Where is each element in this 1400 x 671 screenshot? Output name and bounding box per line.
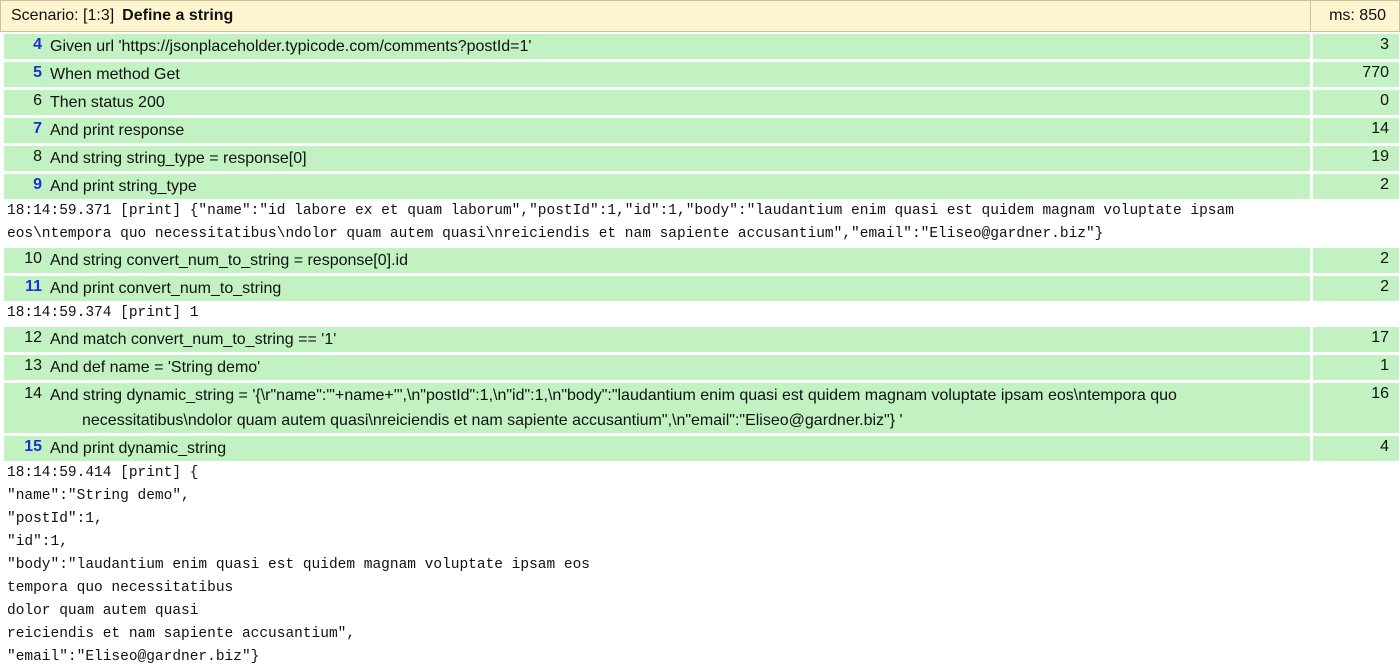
step-row: 12 And match convert_num_to_string == '1… — [4, 327, 1399, 352]
scenario-title: Scenario: [1:3] Define a string — [1, 1, 1311, 31]
step-text-line: And string dynamic_string = '{\r"name":"… — [50, 387, 1177, 404]
step-line-number: 6 — [33, 92, 42, 109]
step-text: And print dynamic_string — [48, 436, 1313, 461]
step-text-continuation: necessitatibus\ndolor quam autem quasi\n… — [82, 412, 903, 429]
step-line-link[interactable]: 5 — [4, 62, 48, 87]
step-text: And def name = 'String demo' — [48, 355, 1313, 380]
step-line-number: 10 — [24, 250, 42, 267]
scenario-name: Define a string — [122, 7, 234, 24]
step-duration: 770 — [1362, 64, 1389, 81]
log-line: 18:14:59.371 [print] {"name":"id labore … — [7, 203, 1234, 219]
log-line: dolor quam autem quasi — [7, 603, 199, 619]
step-line-number: 13 — [24, 357, 42, 374]
step-row: 11 And print convert_num_to_string 2 — [4, 276, 1399, 301]
step-duration: 2 — [1380, 176, 1389, 193]
step-line-number: 12 — [24, 329, 42, 346]
step-text: And print convert_num_to_string — [48, 276, 1313, 301]
log-line: 18:14:59.414 [print] { — [7, 465, 199, 481]
step-text: When method Get — [48, 62, 1313, 87]
step-line-link[interactable]: 11 — [4, 276, 48, 301]
step-text: And string dynamic_string = '{\r"name":"… — [48, 383, 1313, 433]
log-line: "name":"String demo", — [7, 488, 190, 504]
step-row: 7 And print response 14 — [4, 118, 1399, 143]
log-line: "email":"Eliseo@gardner.biz"} — [7, 649, 260, 665]
step-duration: 14 — [1371, 120, 1389, 137]
log-line: reiciendis et nam sapiente accusantium", — [7, 626, 356, 642]
log-line: "id":1, — [7, 534, 68, 550]
step-row: 13 And def name = 'String demo' 1 — [4, 355, 1399, 380]
step-row: 10 And string convert_num_to_string = re… — [4, 248, 1399, 273]
step-text: And print string_type — [48, 174, 1313, 199]
step-text: And match convert_num_to_string == '1' — [48, 327, 1313, 352]
step-row: 5 When method Get 770 — [4, 62, 1399, 87]
print-log: 18:14:59.371 [print] {"name":"id labore … — [7, 199, 1400, 248]
step-line-number: 8 — [33, 148, 42, 165]
step-text: Given url 'https://jsonplaceholder.typic… — [48, 34, 1313, 59]
step-duration: 16 — [1371, 385, 1389, 402]
step-duration: 2 — [1380, 250, 1389, 267]
step-duration: 17 — [1371, 329, 1389, 346]
step-line-link[interactable]: 9 — [4, 174, 48, 199]
step-row: 6 Then status 200 0 — [4, 90, 1399, 115]
step-duration: 0 — [1380, 92, 1389, 109]
step-row: 4 Given url 'https://jsonplaceholder.typ… — [4, 34, 1399, 59]
step-row: 15 And print dynamic_string 4 — [4, 436, 1399, 461]
step-duration: 4 — [1380, 438, 1389, 455]
step-line-link[interactable]: 4 — [4, 34, 48, 59]
step-text: And print response — [48, 118, 1313, 143]
log-line: "body":"laudantium enim quasi est quidem… — [7, 557, 590, 573]
log-line: eos\ntempora quo necessitatibus\ndolor q… — [7, 226, 1104, 242]
print-log: 18:14:59.374 [print] 1 — [7, 301, 1400, 327]
step-text: And string string_type = response[0] — [48, 146, 1313, 171]
scenario-duration: ms: 850 — [1329, 7, 1386, 24]
step-duration: 2 — [1380, 278, 1389, 295]
step-row: 14 And string dynamic_string = '{\r"name… — [4, 383, 1399, 433]
scenario-header: Scenario: [1:3] Define a string ms: 850 — [0, 0, 1400, 32]
step-line-number: 14 — [24, 385, 42, 402]
log-line: "postId":1, — [7, 511, 103, 527]
print-log: 18:14:59.414 [print] { "name":"String de… — [7, 461, 1400, 671]
log-line: tempora quo necessitatibus — [7, 580, 234, 596]
step-row: 8 And string string_type = response[0] 1… — [4, 146, 1399, 171]
scenario-label: Scenario: [1:3] — [11, 7, 115, 24]
step-text: Then status 200 — [48, 90, 1313, 115]
step-line-link[interactable]: 7 — [4, 118, 48, 143]
step-line-link[interactable]: 15 — [4, 436, 48, 461]
step-duration: 1 — [1380, 357, 1389, 374]
step-duration: 19 — [1371, 148, 1389, 165]
step-row: 9 And print string_type 2 — [4, 174, 1399, 199]
step-text: And string convert_num_to_string = respo… — [48, 248, 1313, 273]
karate-report: Scenario: [1:3] Define a string ms: 850 … — [0, 0, 1400, 665]
step-duration: 3 — [1380, 36, 1389, 53]
log-line: 18:14:59.374 [print] 1 — [7, 305, 199, 321]
